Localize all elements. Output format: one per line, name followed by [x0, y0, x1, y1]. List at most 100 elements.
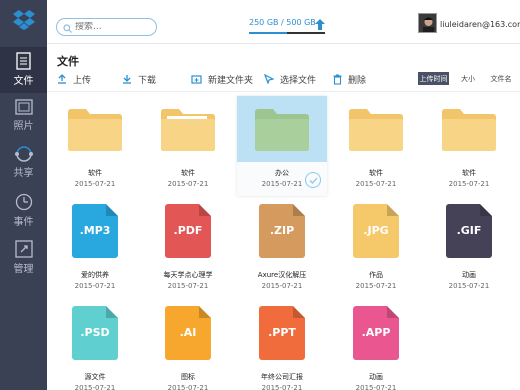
select-icon [264, 74, 274, 84]
file-item[interactable]: .PSD 源文件 2015-07-21 [50, 300, 140, 390]
trash-icon [333, 74, 342, 85]
upload-button[interactable]: 上传 [57, 71, 91, 87]
folder-item[interactable]: 软件 2015-07-21 [143, 96, 233, 196]
storage-progress-fill [249, 32, 287, 34]
item-name: 图标 [181, 373, 195, 381]
file-item[interactable]: .JPG 作品 2015-07-21 [331, 198, 421, 298]
sidebar: 文件 照片 共享 事件 管理 [0, 0, 47, 390]
item-name: 源文件 [84, 373, 106, 381]
file-item[interactable]: .MP3 爱的供养 2015-07-21 [50, 198, 140, 298]
download-button[interactable]: 下载 [122, 71, 156, 87]
file-extension: .APP [361, 326, 391, 339]
file-icon: .GIF [424, 198, 514, 264]
username[interactable]: liuleidaren@163.com [440, 20, 520, 29]
file-icon: .JPG [331, 198, 421, 264]
checkmark-icon[interactable] [305, 172, 321, 188]
item-date: 2015-07-21 [167, 180, 209, 188]
sidebar-item-label: 文件 [13, 76, 34, 87]
file-icon: .AI [143, 300, 233, 366]
file-item[interactable]: .PPT 年终公司汇报 2015-07-21 [237, 300, 327, 390]
file-icon: .APP [331, 300, 421, 366]
folder-icon [331, 96, 421, 162]
item-name: 动画 [462, 271, 476, 279]
delete-label: 删除 [348, 75, 367, 86]
folder-icon [424, 96, 514, 162]
item-date: 2015-07-21 [167, 282, 209, 290]
item-name: 软件 [369, 169, 383, 177]
item-date: 2015-07-21 [355, 384, 397, 390]
document-icon [15, 52, 32, 74]
delete-button[interactable]: 删除 [333, 71, 366, 87]
folder-item[interactable]: 办公 2015-07-21 [237, 96, 327, 196]
file-extension: .GIF [456, 224, 482, 237]
select-file-button[interactable]: 选择文件 [264, 71, 316, 87]
item-name: 年终公司汇报 [261, 373, 303, 381]
item-date: 2015-07-21 [74, 180, 116, 188]
sidebar-item-label: 照片 [13, 121, 34, 132]
folder-icon [50, 96, 140, 162]
avatar[interactable] [418, 13, 437, 33]
file-extension: .PSD [80, 326, 110, 339]
upload-label: 上传 [73, 75, 92, 86]
select-file-label: 选择文件 [280, 75, 317, 86]
sidebar-item-share[interactable]: 共享 [0, 141, 47, 187]
item-date: 2015-07-21 [448, 180, 490, 188]
sidebar-item-files[interactable]: 文件 [0, 47, 47, 93]
file-item[interactable]: .ZIP Axure汉化解压 2015-07-21 [237, 198, 327, 298]
item-date: 2015-07-21 [448, 282, 490, 290]
item-date: 2015-07-21 [74, 282, 116, 290]
file-extension: .JPG [363, 224, 389, 237]
file-item[interactable]: .APP 动画 2015-07-21 [331, 300, 421, 390]
upload-icon [57, 74, 67, 84]
item-date: 2015-07-21 [355, 282, 397, 290]
item-name: 动画 [369, 373, 383, 381]
new-folder-button[interactable]: 新建文件夹 [191, 71, 253, 87]
sidebar-item-manage[interactable]: 管理 [0, 235, 47, 281]
file-item[interactable]: .AI 图标 2015-07-21 [143, 300, 233, 390]
download-label: 下载 [138, 75, 157, 86]
file-extension: .ZIP [269, 224, 295, 237]
file-item[interactable]: .PDF 每天学点心理学 2015-07-21 [143, 198, 233, 298]
file-icon: .MP3 [50, 198, 140, 264]
folder-item[interactable]: 软件 2015-07-21 [50, 96, 140, 196]
sort-by-name[interactable]: 文件名 [488, 72, 514, 85]
download-icon [122, 74, 132, 84]
folder-item[interactable]: 软件 2015-07-21 [424, 96, 514, 196]
file-item[interactable]: .GIF 动画 2015-07-21 [424, 198, 514, 298]
file-extension: .MP3 [79, 224, 111, 237]
file-icon: .PPT [237, 300, 327, 366]
search-input[interactable] [75, 22, 155, 32]
folder-item[interactable]: 软件 2015-07-21 [331, 96, 421, 196]
item-date: 2015-07-21 [74, 384, 116, 390]
item-name: 软件 [88, 169, 102, 177]
sidebar-item-events[interactable]: 事件 [0, 188, 47, 234]
item-name: Axure汉化解压 [257, 271, 307, 279]
storage-progress-bar [249, 32, 325, 34]
file-extension: .PPT [268, 326, 296, 339]
item-date: 2015-07-21 [167, 384, 209, 390]
page-title: 文件 [57, 55, 79, 68]
file-extension: .PDF [173, 224, 203, 237]
file-icon: .PDF [143, 198, 233, 264]
share-icon [14, 146, 34, 166]
dropbox-logo-icon[interactable] [0, 0, 47, 40]
new-folder-label: 新建文件夹 [208, 75, 254, 86]
sort-by-time[interactable]: 上传时间 [418, 72, 449, 85]
file-icon: .PSD [50, 300, 140, 366]
item-date: 2015-07-21 [355, 180, 397, 188]
sort-by-size[interactable]: 大小 [458, 72, 478, 85]
file-icon: .ZIP [237, 198, 327, 264]
item-name: 每天学点心理学 [163, 271, 213, 279]
item-date: 2015-07-21 [261, 384, 303, 390]
search-box[interactable] [56, 18, 157, 36]
toolbar-divider [47, 91, 520, 92]
item-name: 作品 [369, 271, 383, 279]
folder-icon [143, 96, 233, 162]
manage-icon [14, 240, 33, 262]
item-name: 爱的供养 [81, 271, 109, 279]
upload-arrow-icon[interactable] [315, 16, 325, 35]
new-folder-icon [191, 74, 202, 84]
photo-icon [14, 99, 33, 119]
sidebar-item-label: 事件 [13, 217, 34, 228]
sidebar-item-photos[interactable]: 照片 [0, 94, 47, 140]
